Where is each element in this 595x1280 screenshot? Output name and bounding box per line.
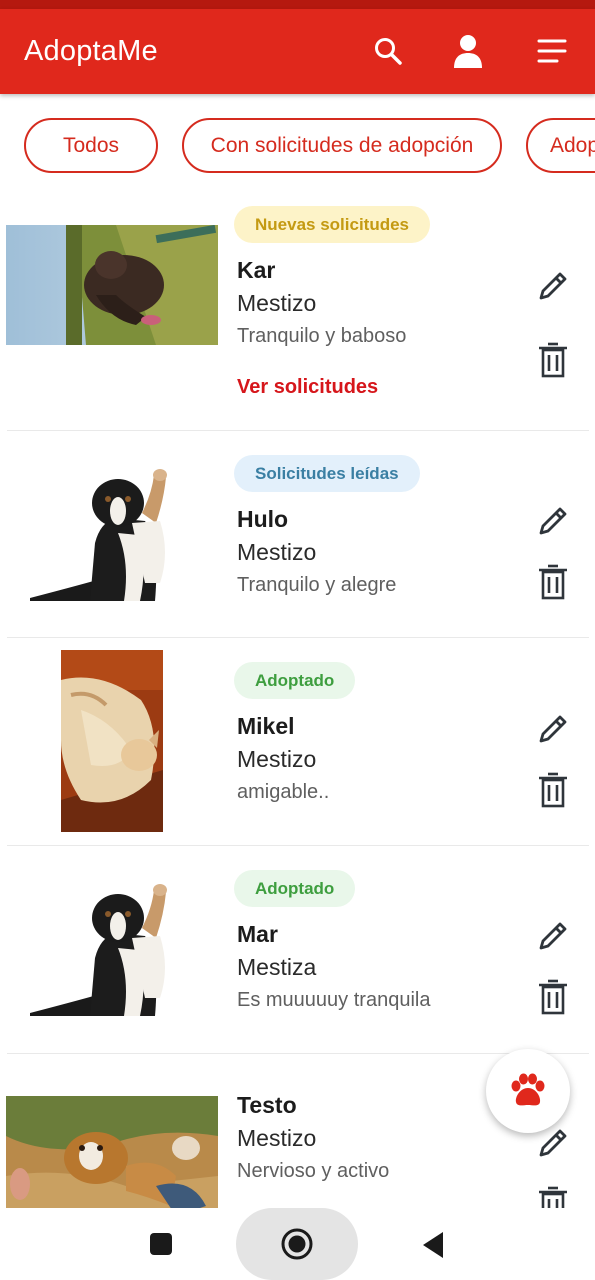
search-icon[interactable] [368, 31, 408, 71]
pet-photo [20, 878, 180, 1016]
pet-name: Hulo [237, 506, 289, 532]
pet-breed: Mestizo [237, 290, 317, 316]
home-icon [280, 1227, 314, 1261]
view-requests-link[interactable]: Ver solicitudes [237, 376, 378, 399]
pet-card[interactable]: Adoptado Mar Mestiza Es muuuuuy tranquil… [0, 846, 595, 1053]
user-icon[interactable] [448, 31, 488, 71]
pet-breed: Mestizo [237, 746, 317, 772]
filter-chip-todos[interactable]: Todos [24, 118, 158, 173]
pet-card[interactable]: Nuevas solicitudes Kar Mestizo Tranquilo… [0, 194, 595, 430]
app-bar: AdoptaMe [0, 9, 595, 94]
edit-icon[interactable] [533, 916, 573, 956]
recent-apps-icon[interactable] [148, 1232, 174, 1256]
pet-breed: Mestizo [237, 539, 317, 565]
app-title: AdoptaMe [24, 35, 158, 67]
paw-icon [508, 1073, 548, 1109]
delete-icon[interactable] [533, 340, 573, 380]
delete-icon[interactable] [533, 1184, 573, 1208]
pet-name: Mar [237, 921, 278, 947]
add-pet-button[interactable] [486, 1049, 570, 1133]
edit-icon[interactable] [533, 266, 573, 306]
system-nav-bar [0, 1208, 595, 1280]
edit-icon[interactable] [533, 709, 573, 749]
status-badge: Nuevas solicitudes [234, 206, 431, 243]
pet-name: Testo [237, 1092, 297, 1118]
filter-chips: Todos Con solicitudes de adopción Adop [0, 94, 595, 194]
edit-icon[interactable] [533, 501, 573, 541]
pet-description: Nervioso y activo [237, 1160, 390, 1182]
pet-breed: Mestizo [237, 1125, 317, 1151]
pet-description: Tranquilo y alegre [237, 574, 397, 596]
pet-description: amigable.. [237, 781, 330, 803]
filter-chip-con-solicitudes[interactable]: Con solicitudes de adopción [182, 118, 502, 173]
home-button[interactable] [236, 1208, 358, 1280]
status-badge: Solicitudes leídas [234, 455, 420, 492]
pet-photo [6, 1096, 218, 1208]
status-badge: Adoptado [234, 870, 356, 907]
delete-icon[interactable] [533, 770, 573, 810]
pet-photo [6, 225, 218, 345]
pet-photo [61, 650, 163, 832]
pet-description: Tranquilo y baboso [237, 325, 407, 347]
pet-card[interactable]: Solicitudes leídas Hulo Mestizo Tranquil… [0, 431, 595, 637]
back-icon[interactable] [420, 1231, 446, 1259]
delete-icon[interactable] [533, 562, 573, 602]
status-bar [0, 0, 595, 9]
delete-icon[interactable] [533, 977, 573, 1017]
pet-photo [20, 463, 180, 601]
filter-chip-adoptados[interactable]: Adop [526, 118, 595, 173]
pet-name: Mikel [237, 713, 295, 739]
pet-breed: Mestiza [237, 954, 317, 980]
pet-description: Es muuuuuy tranquila [237, 989, 431, 1011]
pet-name: Kar [237, 257, 276, 283]
status-badge: Adoptado [234, 662, 356, 699]
pet-card[interactable]: Adoptado Mikel Mestizo amigable.. [0, 638, 595, 845]
menu-icon[interactable] [532, 31, 572, 71]
